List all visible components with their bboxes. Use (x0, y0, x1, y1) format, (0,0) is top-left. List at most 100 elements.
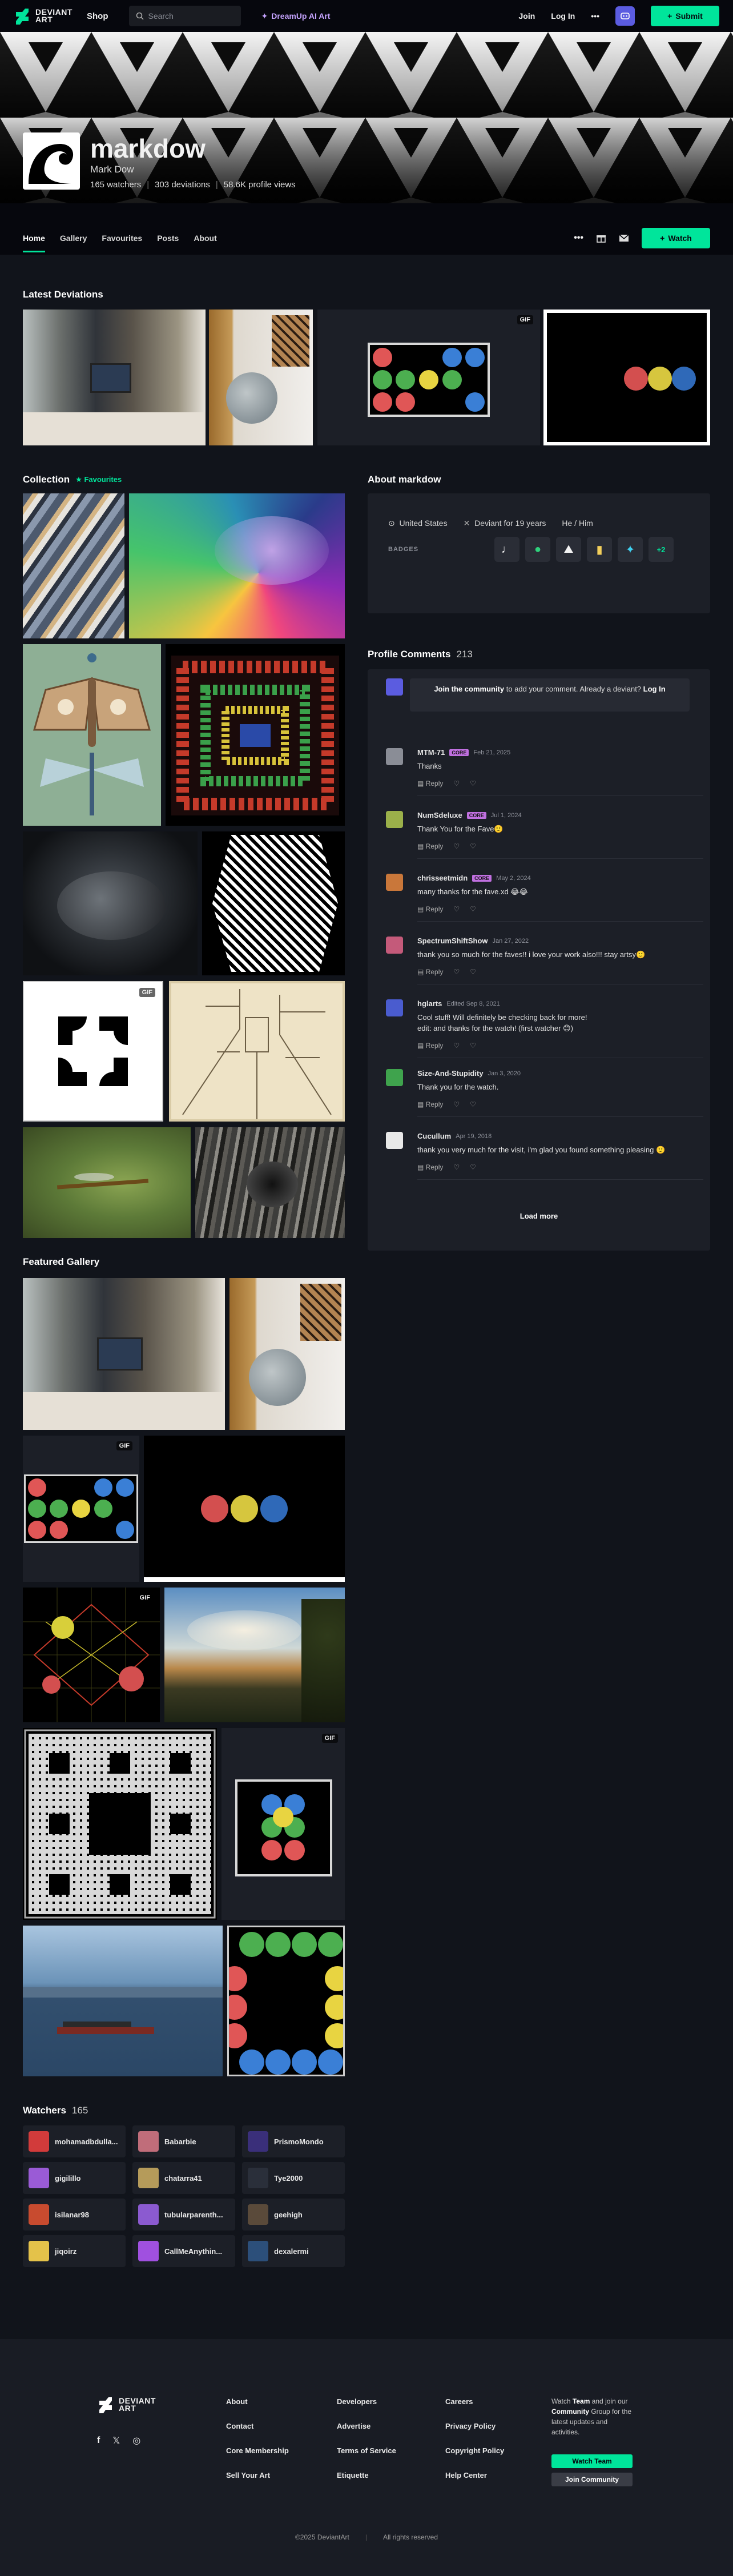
watcher-card[interactable]: geehigh (242, 2199, 345, 2231)
login-link[interactable]: Log In (551, 11, 575, 21)
footer-link-etiquette[interactable]: Etiquette (337, 2471, 396, 2479)
commenter-avatar[interactable] (386, 1069, 403, 1086)
commenter-avatar[interactable] (386, 999, 403, 1016)
watch-button[interactable]: + Watch (642, 228, 710, 248)
submit-button[interactable]: + Submit (651, 6, 719, 26)
collection-thumb[interactable] (23, 1127, 191, 1238)
commenter-name[interactable]: SpectrumShiftShow (417, 937, 488, 945)
like-heart-icon[interactable]: ♡ (453, 779, 460, 787)
watcher-card[interactable]: CallMeAnythin... (132, 2235, 235, 2267)
more-menu-icon[interactable]: ••• (591, 11, 599, 21)
reply-button[interactable]: ▤ Reply (417, 1042, 443, 1050)
badge-llama-icon[interactable]: ♩ (494, 537, 519, 562)
watchers-title[interactable]: Watchers (23, 2105, 66, 2116)
collection-thumb[interactable] (129, 493, 345, 638)
collection-thumb[interactable] (23, 831, 198, 975)
dreamup-link[interactable]: ✦ DreamUp AI Art (261, 11, 331, 21)
footer-link-contact[interactable]: Contact (226, 2422, 289, 2430)
like-heart-icon[interactable]: ♡ (453, 968, 460, 976)
favorite-heart-icon[interactable]: ♡ (470, 968, 476, 976)
watcher-card[interactable]: Tye2000 (242, 2162, 345, 2194)
shop-link[interactable]: Shop (87, 11, 108, 21)
featured-thumb[interactable] (229, 1278, 345, 1430)
commenter-name[interactable]: NumSdeluxe (417, 811, 462, 819)
collection-thumb[interactable] (169, 981, 345, 1122)
about-title[interactable]: About markdow (368, 474, 441, 485)
footer-link-developers[interactable]: Developers (337, 2397, 396, 2406)
watcher-card[interactable]: dexalermi (242, 2235, 345, 2267)
tab-gallery[interactable]: Gallery (60, 222, 87, 255)
reply-button[interactable]: ▤ Reply (417, 779, 443, 787)
collection-title[interactable]: Collection (23, 474, 70, 485)
watcher-card[interactable]: Babarbie (132, 2125, 235, 2157)
footer-link-advertise[interactable]: Advertise (337, 2422, 396, 2430)
favorite-heart-icon[interactable]: ♡ (470, 1100, 476, 1108)
footer-link-about[interactable]: About (226, 2397, 289, 2406)
collection-favourites-link[interactable]: ★ Favourites (75, 475, 122, 484)
like-heart-icon[interactable]: ♡ (453, 1100, 460, 1108)
watcher-card[interactable]: chatarra41 (132, 2162, 235, 2194)
collection-thumb[interactable] (23, 493, 124, 638)
ai-avatar-icon[interactable] (615, 6, 635, 26)
collection-thumb[interactable] (166, 644, 345, 826)
featured-thumb[interactable]: GIF (23, 1588, 160, 1722)
reply-button[interactable]: ▤ Reply (417, 905, 443, 913)
commenter-name[interactable]: MTM-71 (417, 748, 445, 757)
tab-about[interactable]: About (194, 222, 216, 255)
footer-link-copyright[interactable]: Copyright Policy (445, 2446, 504, 2455)
like-heart-icon[interactable]: ♡ (453, 1042, 460, 1050)
deviations-count[interactable]: 303 deviations (155, 180, 210, 190)
featured-thumb[interactable] (23, 1278, 225, 1430)
search-box[interactable]: Search (128, 6, 241, 26)
footer-link-help[interactable]: Help Center (445, 2471, 504, 2479)
commenter-name[interactable]: Cucullum (417, 1132, 451, 1140)
collection-thumb[interactable] (195, 1127, 345, 1238)
featured-gallery-title[interactable]: Featured Gallery (23, 1256, 99, 1268)
profile-avatar[interactable] (23, 132, 80, 190)
latest-deviations-title[interactable]: Latest Deviations (23, 289, 103, 300)
watcher-card[interactable]: tubularparenth... (132, 2199, 235, 2231)
commenter-avatar[interactable] (386, 811, 403, 828)
commenter-name[interactable]: chrisseetmidn (417, 874, 468, 882)
footer-link-sell[interactable]: Sell Your Art (226, 2471, 289, 2479)
footer-link-terms[interactable]: Terms of Service (337, 2446, 396, 2455)
deviation-thumb[interactable] (209, 310, 313, 445)
footer-link-careers[interactable]: Careers (445, 2397, 504, 2406)
favorite-heart-icon[interactable]: ♡ (470, 905, 476, 913)
watcher-card[interactable]: isilanar98 (23, 2199, 126, 2231)
reply-button[interactable]: ▤ Reply (417, 968, 443, 976)
facebook-icon[interactable]: f (97, 2436, 100, 2446)
commenter-avatar[interactable] (386, 874, 403, 891)
more-options-icon[interactable]: ••• (574, 233, 583, 243)
tab-home[interactable]: Home (23, 222, 45, 255)
favorite-heart-icon[interactable]: ♡ (470, 779, 476, 787)
footer-link-core[interactable]: Core Membership (226, 2446, 289, 2455)
x-twitter-icon[interactable]: 𝕏 (112, 2435, 120, 2446)
watcher-card[interactable]: gigilillo (23, 2162, 126, 2194)
watcher-card[interactable]: PrismoMondo (242, 2125, 345, 2157)
collection-thumb[interactable]: GIF (23, 981, 163, 1122)
login-link[interactable]: Log In (643, 685, 666, 693)
deviation-thumb[interactable] (23, 310, 206, 445)
watcher-card[interactable]: jiqoirz (23, 2235, 126, 2267)
featured-thumb[interactable] (227, 1926, 345, 2076)
load-more-button[interactable]: Load more (368, 1212, 710, 1220)
mail-icon[interactable] (619, 233, 629, 243)
badge-notepad-icon[interactable]: ▮ (587, 537, 612, 562)
like-heart-icon[interactable]: ♡ (453, 905, 460, 913)
badge-sparkle-icon[interactable]: ✦ (618, 537, 643, 562)
featured-thumb[interactable]: GIF (144, 1436, 345, 1582)
favorite-heart-icon[interactable]: ♡ (470, 1042, 476, 1050)
collection-thumb[interactable] (202, 831, 345, 975)
featured-thumb[interactable] (23, 1728, 217, 1920)
like-heart-icon[interactable]: ♡ (453, 842, 460, 850)
gift-icon[interactable] (596, 233, 606, 243)
featured-thumb[interactable]: GIF (23, 1436, 139, 1582)
tab-favourites[interactable]: Favourites (102, 222, 142, 255)
watch-team-button[interactable]: Watch Team (551, 2454, 633, 2468)
like-heart-icon[interactable]: ♡ (453, 1163, 460, 1171)
more-badges[interactable]: +2 (649, 537, 674, 562)
commenter-avatar[interactable] (386, 1132, 403, 1149)
join-link[interactable]: Join (519, 11, 535, 21)
featured-thumb[interactable] (23, 1926, 223, 2076)
